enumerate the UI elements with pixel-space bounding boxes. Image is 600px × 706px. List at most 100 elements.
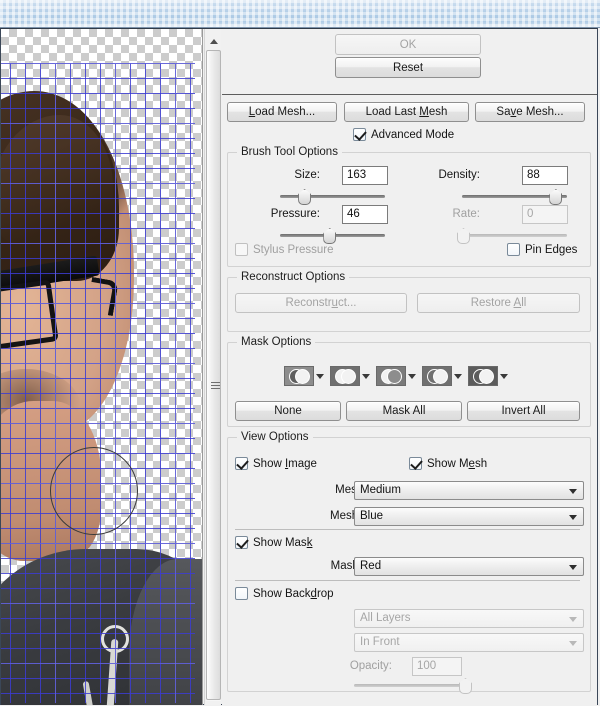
density-slider[interactable] xyxy=(462,189,567,205)
opacity-slider[interactable] xyxy=(354,678,472,694)
chevron-down-icon[interactable] xyxy=(569,617,577,622)
mesh-size-select[interactable]: Medium xyxy=(354,481,584,500)
mask-none-button[interactable]: None xyxy=(235,401,341,421)
checkbox-box-icon[interactable] xyxy=(409,457,422,470)
slider-thumb[interactable] xyxy=(298,189,312,205)
mode-select[interactable]: In Front xyxy=(354,633,584,652)
mask-invert-all-button[interactable]: Invert All xyxy=(467,401,580,421)
restore-all-button[interactable]: Restore All xyxy=(417,293,580,313)
pressure-input[interactable]: 46 xyxy=(342,205,388,224)
save-mesh-button[interactable]: Save Mesh... xyxy=(475,102,585,122)
show-image-label: Show Image xyxy=(253,457,317,470)
rate-label: Rate: xyxy=(452,208,481,220)
use-select[interactable]: All Layers xyxy=(354,609,584,628)
dialog-body: OK Reset Load Mesh... Load Last Mesh Sav… xyxy=(0,28,598,705)
mask-invert-selection-button[interactable] xyxy=(468,366,508,386)
mask-intersect-with-selection-button[interactable] xyxy=(422,366,462,386)
pin-edges-label: Pin Edges xyxy=(525,243,578,256)
mask-subtract-from-selection-icon[interactable] xyxy=(376,366,406,386)
chevron-down-icon[interactable] xyxy=(569,641,577,646)
mask-replace-selection-button[interactable] xyxy=(284,366,324,386)
show-mask-checkbox[interactable]: Show Mask xyxy=(235,536,312,549)
mode-value: In Front xyxy=(360,636,400,648)
chevron-down-icon[interactable] xyxy=(454,373,462,379)
load-last-mesh-button[interactable]: Load Last Mesh xyxy=(344,102,469,122)
mask-subtract-from-selection-button[interactable] xyxy=(376,366,416,386)
stylus-pressure-label: Stylus Pressure xyxy=(253,243,334,256)
view-options-title: View Options xyxy=(237,431,313,443)
use-value: All Layers xyxy=(360,612,411,624)
show-mesh-checkbox[interactable]: Show Mesh xyxy=(409,457,487,470)
canvas-vertical-scrollbar[interactable] xyxy=(204,29,221,705)
mesh-size-value: Medium xyxy=(360,484,401,496)
checkbox-box-icon[interactable] xyxy=(235,243,248,256)
chevron-down-icon[interactable] xyxy=(569,515,577,520)
ok-button[interactable]: OK xyxy=(335,34,481,55)
opacity-input[interactable]: 100 xyxy=(412,657,462,676)
chevron-down-icon[interactable] xyxy=(569,489,577,494)
show-backdrop-checkbox[interactable]: Show Backdrop xyxy=(235,587,334,600)
options-panel: OK Reset Load Mesh... Load Last Mesh Sav… xyxy=(222,29,597,705)
scrollbar-grip-icon xyxy=(211,382,220,389)
load-mesh-button[interactable]: Load Mesh... xyxy=(227,102,337,122)
rate-input[interactable]: 0 xyxy=(522,205,568,224)
size-input[interactable]: 163 xyxy=(342,166,388,185)
pin-edges-checkbox[interactable]: Pin Edges xyxy=(507,243,577,256)
slider-thumb[interactable] xyxy=(549,189,563,205)
brush-cursor-circle xyxy=(50,447,138,535)
mask-add-to-selection-button[interactable] xyxy=(330,366,370,386)
size-label: Size: xyxy=(294,169,320,181)
scroll-up-arrow-icon[interactable] xyxy=(205,33,222,50)
reconstruct-button[interactable]: Reconstruct... xyxy=(235,293,407,313)
view-options-divider-1 xyxy=(235,529,580,530)
preview-canvas-area[interactable] xyxy=(1,29,203,705)
mask-color-select[interactable]: Red xyxy=(354,557,584,576)
mesh-color-select[interactable]: Blue xyxy=(354,507,584,526)
rate-slider[interactable] xyxy=(457,228,567,244)
chevron-down-icon[interactable] xyxy=(569,565,577,570)
brush-tool-options-title: Brush Tool Options xyxy=(237,146,342,158)
chevron-down-icon[interactable] xyxy=(316,373,324,379)
checkbox-box-icon[interactable] xyxy=(507,243,520,256)
show-mask-label: Show Mask xyxy=(253,536,313,549)
mask-invert-selection-icon[interactable] xyxy=(468,366,498,386)
checkbox-box-icon[interactable] xyxy=(353,128,366,141)
mask-color-value: Red xyxy=(360,560,382,572)
checkbox-box-icon[interactable] xyxy=(235,536,248,549)
chevron-down-icon[interactable] xyxy=(500,373,508,379)
mask-replace-selection-icon[interactable] xyxy=(284,366,314,386)
show-image-checkbox[interactable]: Show Image xyxy=(235,457,317,470)
view-options-divider-2 xyxy=(235,580,580,581)
window-title-bar xyxy=(0,0,600,28)
advanced-mode-label: Advanced Mode xyxy=(371,128,455,141)
pressure-label: Pressure: xyxy=(270,208,320,220)
mask-intersect-with-selection-icon[interactable] xyxy=(422,366,452,386)
chevron-down-icon[interactable] xyxy=(408,373,416,379)
reset-button[interactable]: Reset xyxy=(335,57,481,78)
slider-track[interactable] xyxy=(280,195,385,198)
panel-divider xyxy=(222,94,597,95)
checkbox-box-icon[interactable] xyxy=(235,587,248,600)
pressure-slider[interactable] xyxy=(280,228,385,244)
size-slider[interactable] xyxy=(280,189,385,205)
reconstruct-options-title: Reconstruct Options xyxy=(237,271,350,283)
opacity-label: Opacity: xyxy=(349,660,392,672)
mask-add-to-selection-icon[interactable] xyxy=(330,366,360,386)
slider-thumb[interactable] xyxy=(323,228,337,244)
mesh-color-value: Blue xyxy=(360,510,384,522)
chevron-down-icon[interactable] xyxy=(362,373,370,379)
density-input[interactable]: 88 xyxy=(522,166,568,185)
advanced-mode-checkbox[interactable]: Advanced Mode xyxy=(353,128,454,141)
liquify-dialog-window: OK Reset Load Mesh... Load Last Mesh Sav… xyxy=(0,0,600,706)
slider-track[interactable] xyxy=(462,234,567,237)
checkbox-box-icon[interactable] xyxy=(235,457,248,470)
scrollbar-thumb[interactable] xyxy=(206,50,221,700)
density-label: Density: xyxy=(438,169,480,181)
slider-track[interactable] xyxy=(354,684,464,687)
liquify-mesh-major-overlay xyxy=(1,63,195,703)
mask-all-button[interactable]: Mask All xyxy=(346,401,462,421)
show-backdrop-label: Show Backdrop xyxy=(253,587,334,600)
stylus-pressure-checkbox[interactable]: Stylus Pressure xyxy=(235,243,334,256)
transparency-checkerboard[interactable] xyxy=(1,29,202,705)
show-mesh-label: Show Mesh xyxy=(427,457,488,470)
